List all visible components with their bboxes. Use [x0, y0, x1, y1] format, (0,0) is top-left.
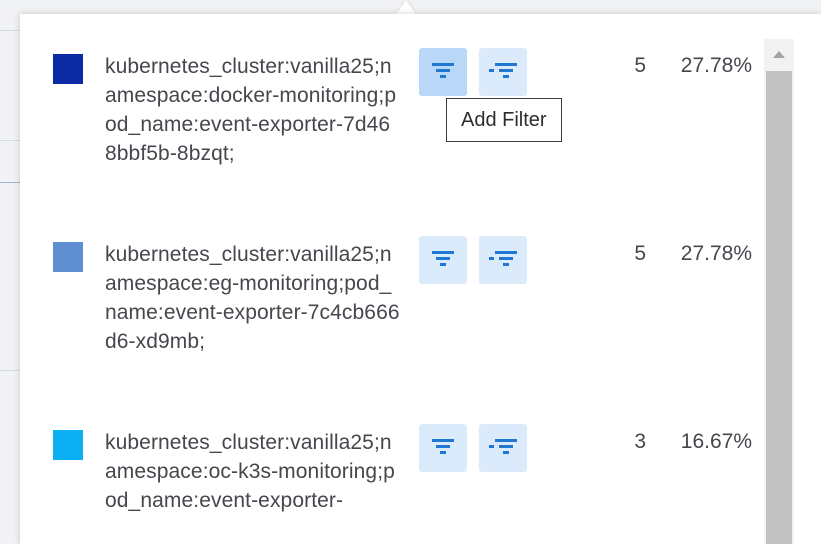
color-swatch [53, 54, 83, 84]
exclude-filter-icon [489, 437, 517, 460]
legend-item-percent: 27.78% [680, 242, 752, 265]
popover-caret [396, 0, 416, 14]
arrow-up-icon [773, 45, 785, 63]
legend-item-label: kubernetes_cluster:vanilla25;namespace:o… [105, 431, 395, 512]
legend-item-label: kubernetes_cluster:vanilla25;namespace:e… [105, 243, 400, 353]
exclude-filter-button[interactable] [479, 236, 527, 284]
legend-item-count: 3 [634, 430, 646, 453]
legend-item-label: kubernetes_cluster:vanilla25;namespace:d… [105, 55, 397, 165]
legend-popover: kubernetes_cluster:vanilla25;namespace:d… [20, 14, 821, 544]
background-divider [0, 30, 20, 31]
legend-item-percent: 16.67% [680, 430, 752, 453]
vertical-scrollbar[interactable] [764, 39, 794, 544]
legend-item-count: 5 [634, 54, 646, 77]
legend-item: kubernetes_cluster:vanilla25;namespace:d… [20, 48, 760, 232]
background-divider [0, 182, 20, 183]
add-filter-button[interactable] [419, 424, 467, 472]
scroll-up-button[interactable] [764, 39, 794, 69]
color-swatch [53, 242, 83, 272]
filter-icon [431, 437, 455, 460]
filter-icon [431, 249, 455, 272]
legend-item-percent: 27.78% [680, 54, 752, 77]
exclude-filter-button[interactable] [479, 48, 527, 96]
add-filter-button[interactable] [419, 236, 467, 284]
add-filter-tooltip: Add Filter [446, 98, 562, 142]
legend-item: kubernetes_cluster:vanilla25;namespace:e… [20, 236, 760, 420]
background-divider [0, 140, 20, 141]
background-divider [0, 370, 20, 371]
exclude-filter-icon [489, 249, 517, 272]
add-filter-button[interactable] [419, 48, 467, 96]
color-swatch [53, 430, 83, 460]
exclude-filter-icon [489, 61, 517, 84]
scrollbar-thumb[interactable] [766, 71, 792, 544]
legend-item-count: 5 [634, 242, 646, 265]
exclude-filter-button[interactable] [479, 424, 527, 472]
legend-item: kubernetes_cluster:vanilla25;namespace:o… [20, 424, 760, 544]
filter-icon [431, 61, 455, 84]
